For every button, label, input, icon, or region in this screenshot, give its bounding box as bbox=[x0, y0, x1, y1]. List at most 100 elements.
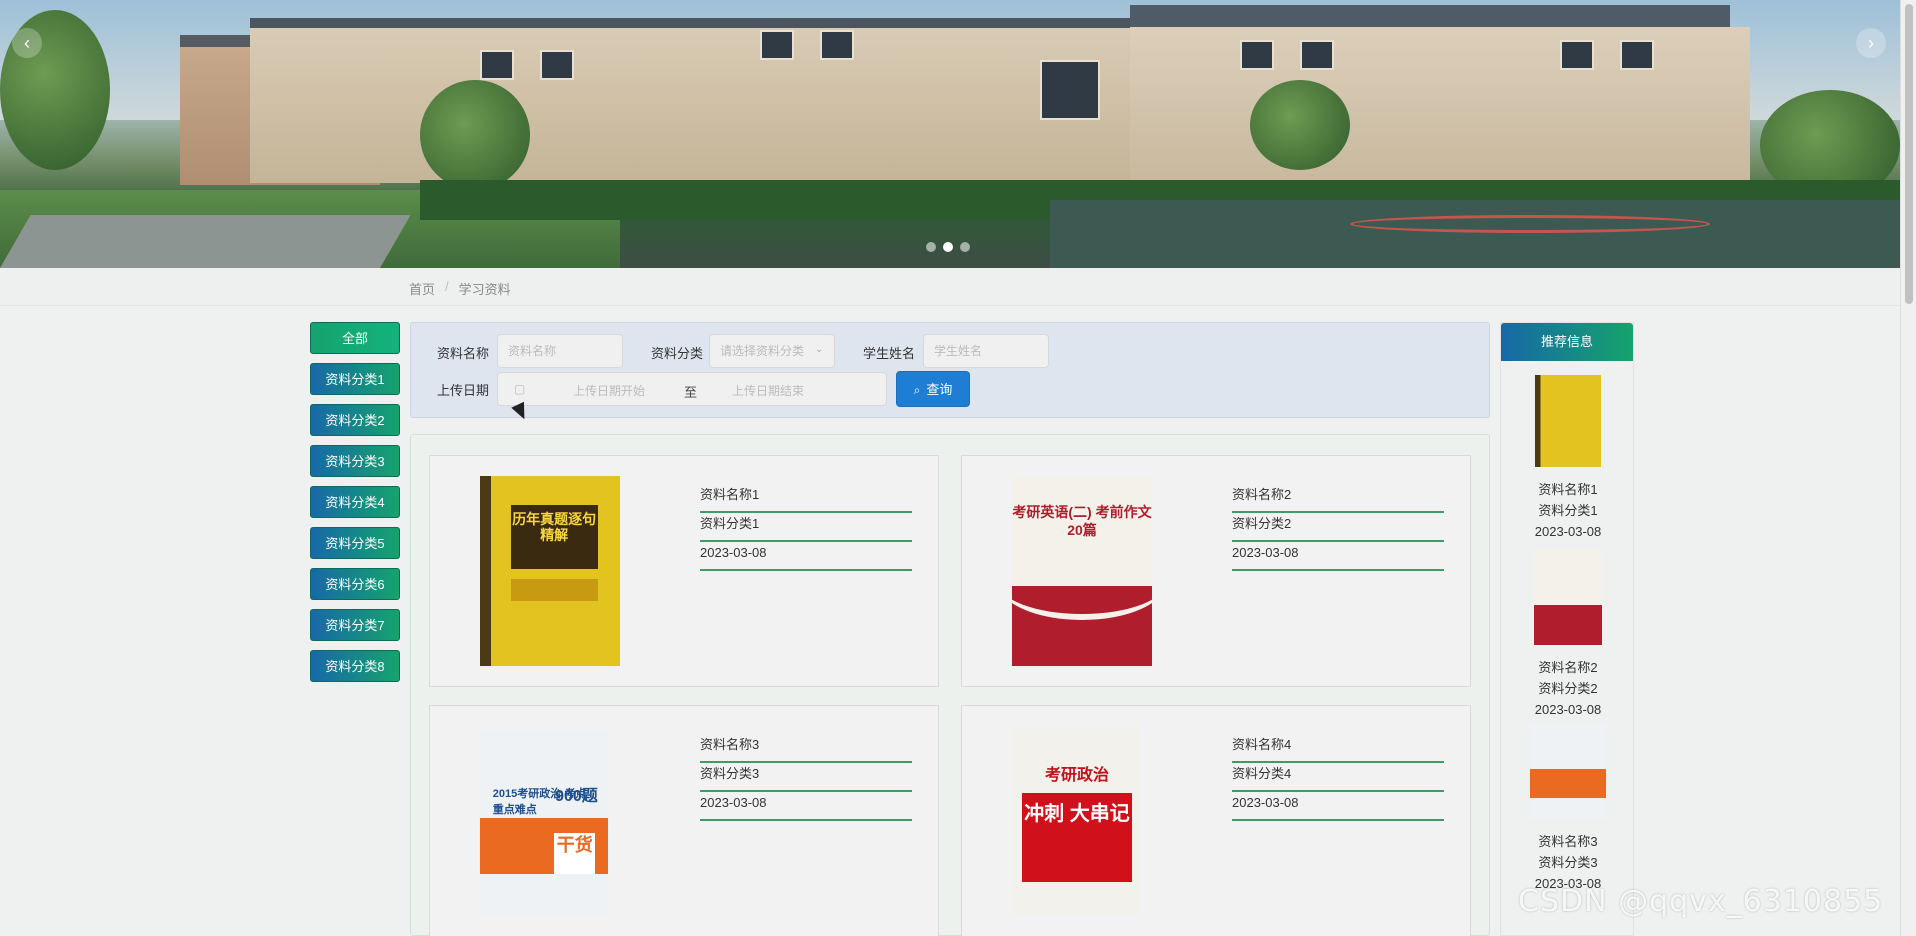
banner-roof bbox=[1130, 5, 1730, 27]
item-date: 2023-03-08 bbox=[1232, 542, 1444, 571]
breadcrumb-separator: / bbox=[445, 279, 449, 294]
scrollbar-thumb[interactable] bbox=[1905, 4, 1913, 304]
cover-title: 考研政治 bbox=[1044, 767, 1109, 785]
banner-window bbox=[1560, 40, 1594, 70]
card-info: 资料名称4 资料分类4 2023-03-08 bbox=[1232, 734, 1444, 821]
name-input[interactable] bbox=[497, 334, 623, 368]
carousel-dot-active[interactable] bbox=[943, 242, 953, 252]
search-button-label: 查询 bbox=[926, 382, 953, 397]
recommend-item[interactable]: 资料名称1 资料分类1 2023-03-08 bbox=[1501, 375, 1635, 542]
name-label: 资料名称 bbox=[437, 346, 490, 361]
material-list: 历年真题逐句精解 资料名称1 资料分类1 2023-03-08 考研英语(二) … bbox=[410, 434, 1490, 936]
banner-tree bbox=[420, 80, 530, 190]
cover-badge: 干货 bbox=[554, 833, 596, 874]
item-category: 资料分类4 bbox=[1232, 763, 1444, 792]
recommend-title: 推荐信息 bbox=[1501, 323, 1633, 361]
recommend-item-date: 2023-03-08 bbox=[1534, 702, 1602, 717]
banner-window bbox=[1240, 40, 1274, 70]
item-category: 资料分类3 bbox=[700, 763, 912, 792]
cover-number: 900题 bbox=[555, 787, 598, 805]
breadcrumb-home[interactable]: 首页 bbox=[409, 279, 435, 298]
cover-title: 考研英语(二) 考前作文20篇 bbox=[1012, 503, 1152, 538]
prev-arrow-icon[interactable]: ‹ bbox=[12, 28, 42, 58]
recommend-item-name[interactable]: 资料名称3 bbox=[1501, 831, 1635, 852]
category-all-button[interactable]: 全部 bbox=[310, 322, 400, 354]
cover-title: 历年真题逐句精解 bbox=[510, 504, 598, 570]
book-cover-image[interactable]: 考研英语(二) 考前作文20篇 bbox=[1012, 476, 1152, 666]
banner-window bbox=[1300, 40, 1334, 70]
recommend-thumbnail[interactable] bbox=[1534, 549, 1602, 645]
category-button[interactable]: 资料分类6 bbox=[310, 568, 400, 600]
banner-court-line bbox=[1350, 215, 1710, 233]
material-card[interactable]: 考研政治 冲刺 大串记 资料名称4 资料分类4 2023-03-08 bbox=[961, 705, 1471, 936]
date-end-placeholder[interactable]: 上传日期结束 bbox=[732, 382, 804, 399]
date-label: 上传日期 bbox=[437, 383, 490, 398]
material-card[interactable]: 考研英语(二) 考前作文20篇 资料名称2 资料分类2 2023-03-08 bbox=[961, 455, 1471, 687]
banner-window bbox=[1620, 40, 1654, 70]
breadcrumb-bar: 首页 / 学习资料 bbox=[0, 268, 1900, 306]
banner-window bbox=[820, 30, 854, 60]
page-scrollbar[interactable] bbox=[1900, 0, 1916, 936]
recommend-item-name[interactable]: 资料名称1 bbox=[1501, 479, 1635, 500]
recommend-panel: 推荐信息 资料名称1 资料分类1 2023-03-08 资料名称2 资料分类2 … bbox=[1500, 322, 1634, 936]
breadcrumb-current: 学习资料 bbox=[458, 282, 511, 297]
student-label: 学生姓名 bbox=[863, 346, 916, 361]
recommend-item-category: 资料分类1 bbox=[1538, 503, 1598, 518]
item-name[interactable]: 资料名称1 bbox=[700, 484, 912, 513]
category-button[interactable]: 资料分类1 bbox=[310, 363, 400, 395]
category-button[interactable]: 资料分类7 bbox=[310, 609, 400, 641]
banner-window bbox=[480, 50, 514, 80]
search-panel: 资料名称 资料分类 ⌄ 学生姓名 上传日期 ▢ 上传日期开始 至 上传日期结束 … bbox=[410, 322, 1490, 418]
card-info: 资料名称3 资料分类3 2023-03-08 bbox=[700, 734, 912, 821]
student-input[interactable] bbox=[923, 334, 1049, 368]
banner-tree bbox=[1250, 80, 1350, 170]
item-category: 资料分类2 bbox=[1232, 513, 1444, 542]
search-button[interactable]: ⌕ 查询 bbox=[896, 371, 970, 407]
carousel-dot[interactable] bbox=[926, 242, 936, 252]
category-button[interactable]: 资料分类5 bbox=[310, 527, 400, 559]
item-category: 资料分类1 bbox=[700, 513, 912, 542]
date-range-separator: 至 bbox=[684, 385, 698, 400]
book-cover-image[interactable]: 2015考研政治 考点重点难点 900题 干货 bbox=[480, 730, 608, 914]
category-label: 资料分类 bbox=[651, 346, 704, 361]
item-name[interactable]: 资料名称3 bbox=[700, 734, 912, 763]
material-card[interactable]: 历年真题逐句精解 资料名称1 资料分类1 2023-03-08 bbox=[429, 455, 939, 687]
banner-window bbox=[540, 50, 574, 80]
book-cover-image[interactable]: 考研政治 冲刺 大串记 bbox=[1014, 728, 1140, 914]
recommend-item-date: 2023-03-08 bbox=[1534, 524, 1602, 539]
item-date: 2023-03-08 bbox=[1232, 792, 1444, 821]
banner-carousel[interactable]: ‹ › bbox=[0, 0, 1900, 268]
recommend-item[interactable]: 资料名称2 资料分类2 2023-03-08 bbox=[1501, 549, 1635, 720]
cover-strip bbox=[510, 578, 598, 602]
cover-arc bbox=[1012, 544, 1152, 621]
item-date: 2023-03-08 bbox=[700, 792, 912, 821]
card-info: 资料名称1 资料分类1 2023-03-08 bbox=[700, 484, 912, 571]
carousel-dot[interactable] bbox=[960, 242, 970, 252]
material-card[interactable]: 2015考研政治 考点重点难点 900题 干货 资料名称3 资料分类3 2023… bbox=[429, 705, 939, 936]
item-name[interactable]: 资料名称4 bbox=[1232, 734, 1444, 763]
recommend-item[interactable]: 资料名称3 资料分类3 2023-03-08 bbox=[1501, 723, 1635, 894]
category-button[interactable]: 资料分类3 bbox=[310, 445, 400, 477]
breadcrumb: 首页 / 学习资料 bbox=[409, 279, 511, 298]
category-menu: 全部 资料分类1 资料分类2 资料分类3 资料分类4 资料分类5 资料分类6 资… bbox=[310, 322, 400, 691]
carousel-indicators bbox=[926, 242, 970, 252]
date-range-picker[interactable]: ▢ 上传日期开始 至 上传日期结束 bbox=[497, 372, 887, 406]
item-name[interactable]: 资料名称2 bbox=[1232, 484, 1444, 513]
category-button[interactable]: 资料分类8 bbox=[310, 650, 400, 682]
date-start-placeholder[interactable]: 上传日期开始 bbox=[573, 382, 645, 399]
category-button[interactable]: 资料分类4 bbox=[310, 486, 400, 518]
watermark: CSDN @qqvx_6310855 bbox=[1518, 884, 1884, 919]
banner-court bbox=[1050, 200, 1900, 268]
item-date: 2023-03-08 bbox=[700, 542, 912, 571]
next-arrow-icon[interactable]: › bbox=[1856, 28, 1886, 58]
recommend-item-category: 资料分类3 bbox=[1538, 855, 1598, 870]
category-button[interactable]: 资料分类2 bbox=[310, 404, 400, 436]
calendar-icon: ▢ bbox=[514, 382, 526, 396]
recommend-item-name[interactable]: 资料名称2 bbox=[1501, 657, 1635, 678]
thumb-red-band bbox=[1534, 604, 1602, 645]
recommend-thumbnail[interactable] bbox=[1530, 723, 1606, 819]
recommend-thumbnail[interactable] bbox=[1535, 375, 1601, 467]
book-cover-image[interactable]: 历年真题逐句精解 bbox=[480, 476, 620, 666]
cover-red-panel: 冲刺 大串记 bbox=[1021, 793, 1133, 883]
banner-building-right bbox=[1130, 27, 1750, 182]
